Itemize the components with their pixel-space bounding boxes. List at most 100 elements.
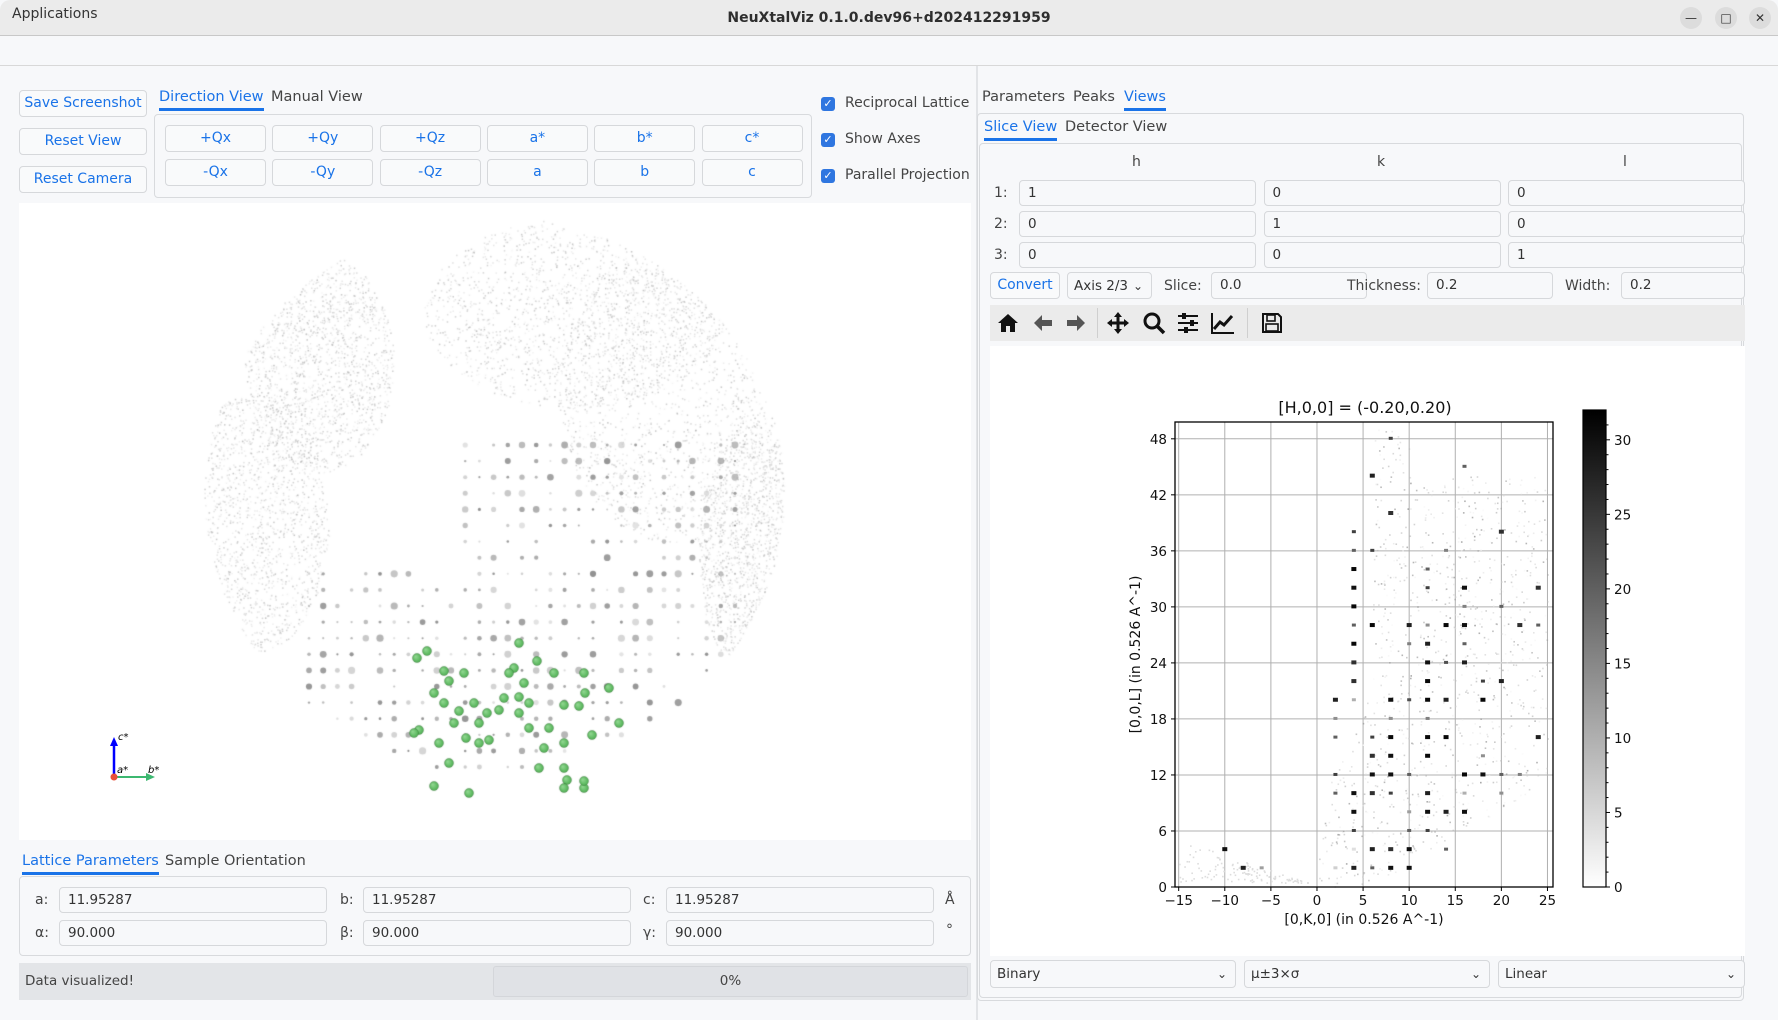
bragg-peak: [1351, 530, 1356, 534]
chart-title: [H,0,0] = (-0.20,0.20): [1278, 398, 1451, 417]
scale-select[interactable]: Linear ⌄: [1498, 960, 1745, 988]
tab-manual-view[interactable]: Manual View: [271, 89, 363, 108]
hkl-field-h[interactable]: 1: [1019, 180, 1256, 206]
hkl-field-h[interactable]: 0: [1019, 242, 1256, 268]
tab-views[interactable]: Views: [1124, 89, 1166, 111]
width-field[interactable]: 0.2: [1621, 272, 1745, 299]
direction-button[interactable]: c: [701, 159, 803, 186]
y-tick-label: 48: [1150, 432, 1167, 448]
bragg-peak: [1425, 716, 1430, 720]
direction-button[interactable]: -Qz: [379, 159, 481, 186]
bragg-peak: [1462, 642, 1467, 646]
bragg-peak: [1444, 660, 1449, 664]
hkl-field-k[interactable]: 0: [1263, 242, 1501, 268]
tab-peaks[interactable]: Peaks: [1073, 89, 1115, 108]
a-field[interactable]: 11.95287: [59, 887, 327, 913]
colorbar-tick-label: 10: [1614, 731, 1631, 747]
column-k: k: [1377, 154, 1386, 170]
bragg-peak: [1351, 604, 1357, 609]
direction-button[interactable]: c*: [701, 125, 803, 152]
direction-button[interactable]: -Qx: [165, 159, 266, 186]
colormap-select[interactable]: Binary ⌄: [990, 960, 1236, 988]
axes-triad: c* a* b*: [110, 732, 159, 781]
forward-arrow-icon[interactable]: [1060, 305, 1092, 341]
menu-applications[interactable]: Applications: [12, 6, 98, 22]
configure-subplots-icon[interactable]: [1172, 305, 1204, 341]
bragg-peak: [1480, 772, 1486, 777]
back-arrow-icon[interactable]: [1027, 305, 1059, 341]
home-icon[interactable]: [992, 305, 1024, 341]
bragg-peak: [1370, 735, 1375, 739]
bragg-peak: [1536, 623, 1541, 627]
3d-viewport[interactable]: c* a* b*: [19, 203, 971, 840]
slice-field[interactable]: 0.0: [1211, 272, 1367, 299]
reciprocal-lattice-checkbox[interactable]: ✓: [821, 97, 835, 111]
save-screenshot-button[interactable]: Save Screenshot: [19, 90, 147, 117]
x-tick-label: 20: [1493, 893, 1510, 909]
direction-button[interactable]: b: [594, 159, 696, 186]
close-icon[interactable]: ✕: [1749, 7, 1771, 29]
row-label: 3:: [994, 247, 1008, 263]
direction-button[interactable]: +Qx: [165, 125, 266, 152]
x-tick-label: −5: [1261, 893, 1281, 909]
tab-sample-orientation[interactable]: Sample Orientation: [165, 853, 306, 872]
direction-button[interactable]: b*: [594, 125, 696, 152]
b-field[interactable]: 11.95287: [363, 887, 631, 913]
direction-button[interactable]: +Qz: [379, 125, 481, 152]
direction-button[interactable]: a: [486, 159, 588, 186]
bragg-peak: [1222, 847, 1228, 852]
hkl-field-l[interactable]: 0: [1508, 180, 1745, 206]
bragg-peak: [1499, 791, 1504, 795]
hkl-field-l[interactable]: 0: [1508, 211, 1745, 237]
hkl-field-k[interactable]: 1: [1263, 211, 1501, 237]
direction-button[interactable]: +Qy: [272, 125, 374, 152]
slice-plot[interactable]: [H,0,0] = (-0.20,0.20) −15 −10 −5 0 5 10 15 20 2…: [990, 346, 1745, 956]
maximize-icon[interactable]: □: [1715, 7, 1737, 29]
slice-plot-canvas[interactable]: [H,0,0] = (-0.20,0.20) −15 −10 −5 0 5 10 15 20 2…: [990, 346, 1745, 956]
c-field[interactable]: 11.95287: [666, 887, 934, 913]
bragg-peak: [1425, 660, 1431, 665]
hkl-field-k[interactable]: 0: [1263, 180, 1501, 206]
minimize-icon[interactable]: —: [1680, 7, 1702, 29]
bragg-peak: [1425, 641, 1431, 646]
zoom-icon[interactable]: [1138, 305, 1170, 341]
tab-lattice-parameters[interactable]: Lattice Parameters: [22, 853, 159, 875]
bragg-peak: [1369, 623, 1375, 628]
edit-axis-icon[interactable]: [1207, 305, 1239, 341]
beta-field[interactable]: 90.000: [363, 920, 631, 946]
y-tick-label: 0: [1158, 880, 1167, 896]
convert-button[interactable]: Convert: [990, 272, 1060, 299]
bragg-peak: [1462, 604, 1467, 608]
bragg-peak: [1388, 847, 1394, 852]
tab-direction-view[interactable]: Direction View: [159, 89, 264, 111]
hkl-field-h[interactable]: 0: [1019, 211, 1256, 237]
colormap-select-value: Binary: [997, 966, 1041, 982]
bragg-peak: [1498, 679, 1504, 684]
show-axes-checkbox[interactable]: ✓: [821, 133, 835, 147]
x-tick-label: 5: [1359, 893, 1368, 909]
tab-parameters[interactable]: Parameters: [982, 89, 1065, 108]
gamma-field[interactable]: 90.000: [666, 920, 934, 946]
axis-select[interactable]: Axis 2/3 ⌄: [1067, 272, 1152, 299]
alpha-field[interactable]: 90.000: [59, 920, 327, 946]
bragg-peak: [1388, 753, 1394, 758]
bragg-peak: [1517, 623, 1523, 628]
direction-button[interactable]: a*: [486, 125, 588, 152]
gamma-label: γ:: [643, 925, 657, 941]
direction-button[interactable]: -Qy: [272, 159, 374, 186]
reset-camera-button[interactable]: Reset Camera: [19, 166, 147, 193]
bragg-peak: [1425, 586, 1430, 590]
reset-view-button[interactable]: Reset View: [19, 128, 147, 155]
hkl-field-l[interactable]: 1: [1508, 242, 1745, 268]
tab-slice-view[interactable]: Slice View: [984, 119, 1058, 141]
bragg-peak: [1333, 716, 1338, 720]
parallel-projection-checkbox[interactable]: ✓: [821, 169, 835, 183]
pan-icon[interactable]: [1102, 305, 1134, 341]
range-select[interactable]: μ±3×σ ⌄: [1244, 960, 1490, 988]
bragg-peak: [1388, 511, 1394, 516]
bragg-peak: [1369, 772, 1375, 777]
thickness-field[interactable]: 0.2: [1427, 272, 1553, 299]
save-icon[interactable]: [1256, 305, 1288, 341]
tab-detector-view[interactable]: Detector View: [1065, 119, 1167, 138]
bragg-peak: [1407, 810, 1412, 814]
